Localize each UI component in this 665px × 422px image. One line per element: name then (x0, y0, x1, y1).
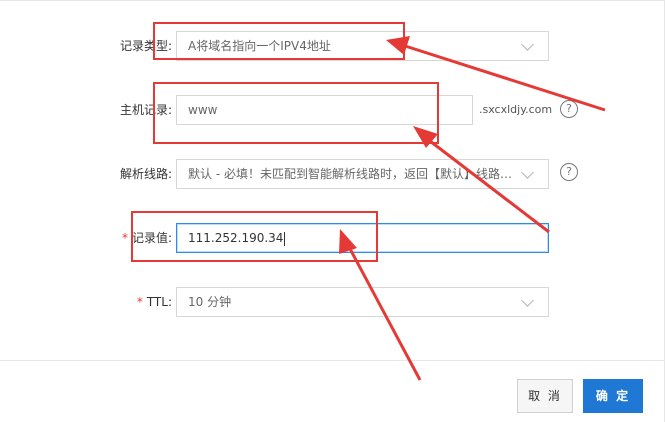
annotation-box-record-type (153, 22, 405, 60)
dialog-top-border (0, 0, 665, 1)
confirm-button[interactable]: 确 定 (583, 379, 643, 413)
ttl-value: 10 分钟 (188, 295, 232, 309)
chevron-down-icon (521, 166, 534, 179)
annotation-box-record-value (131, 211, 378, 262)
resolution-line-label: 解析线路: (12, 158, 172, 190)
cancel-button[interactable]: 取 消 (517, 379, 573, 413)
ttl-label-text: TTL: (146, 295, 172, 309)
footer-divider (0, 360, 665, 361)
required-mark: * (121, 231, 128, 245)
host-record-label: 主机记录: (12, 94, 172, 126)
record-type-label: 记录类型: (12, 30, 172, 62)
domain-suffix: .sxcxldjy.com (479, 103, 553, 116)
ttl-select[interactable]: 10 分钟 (176, 287, 549, 317)
required-mark: * (136, 295, 143, 309)
annotation-box-host-record (153, 82, 439, 144)
resolution-line-value: 默认 - 必填！未匹配到智能解析线路时，返回【默认】线路设... (188, 167, 523, 181)
resolution-line-select[interactable]: 默认 - 必填！未匹配到智能解析线路时，返回【默认】线路设... (176, 159, 549, 189)
host-help-icon[interactable]: ? (560, 100, 578, 118)
chevron-down-icon (521, 38, 534, 51)
resolution-line-label-text: 解析线路: (119, 167, 172, 181)
chevron-down-icon (521, 294, 534, 307)
ttl-label: * TTL: (12, 286, 172, 318)
line-help-icon[interactable]: ? (560, 163, 578, 181)
